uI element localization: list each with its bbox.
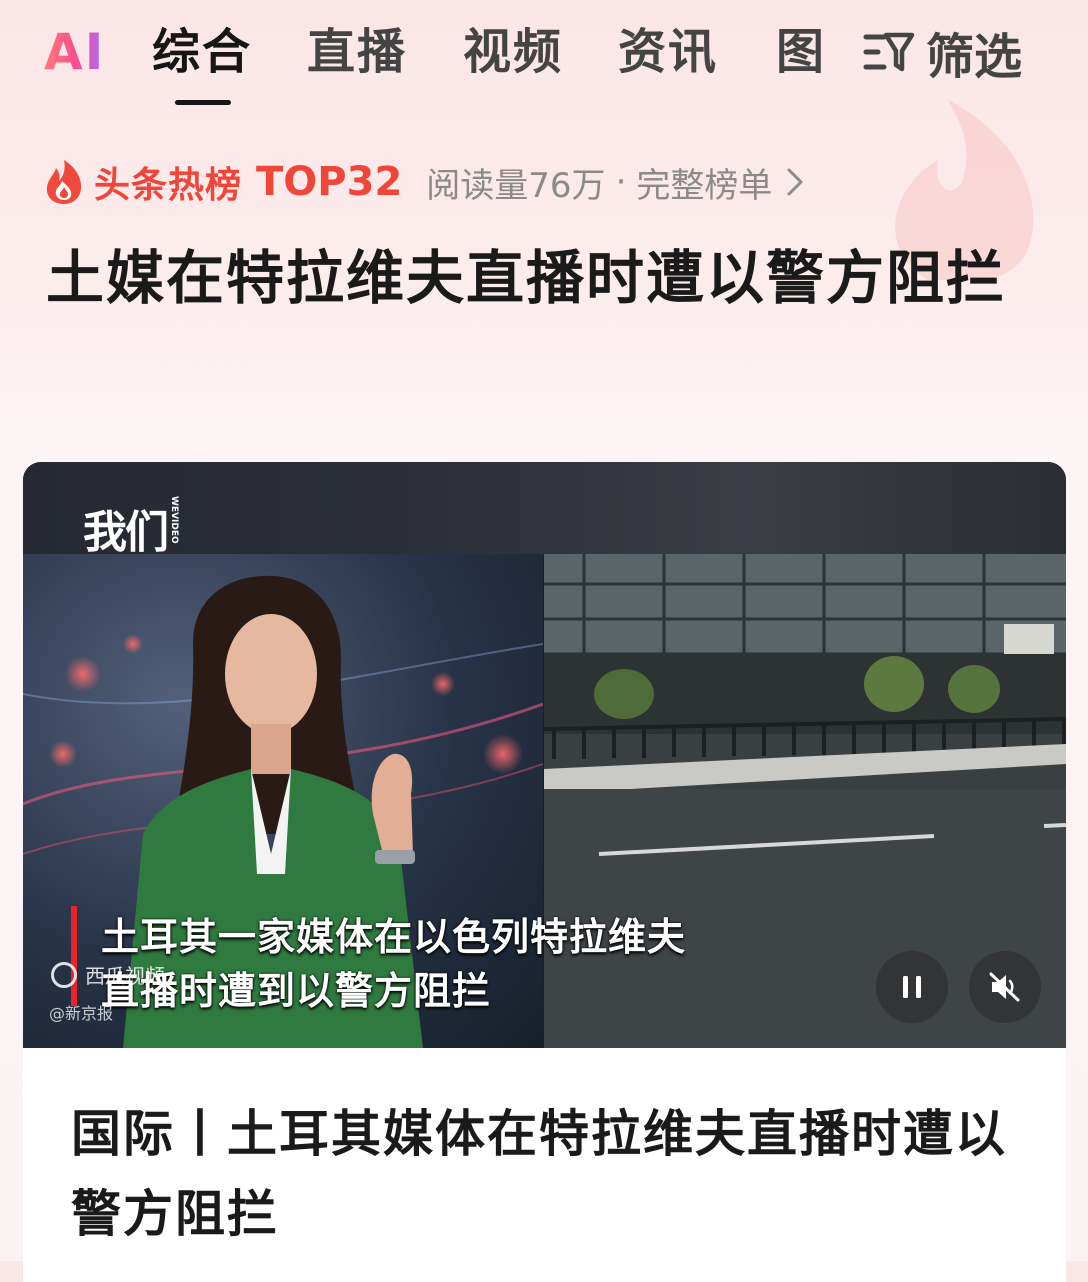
video-player[interactable]: 我们 WEVIDEO 土耳其一家媒体在以色列特拉维夫 直播时遭到以警方阻拦 西瓜… [23,462,1066,1048]
tab-news[interactable]: 资讯 [618,20,718,84]
subtitle-line-1: 土耳其一家媒体在以色列特拉维夫 [101,915,687,959]
filter-icon [863,32,915,72]
tab-video[interactable]: 视频 [463,20,563,84]
read-count: 阅读量76万 [426,165,606,206]
full-list-link[interactable]: 完整榜单 [636,158,772,207]
flame-icon [46,160,82,204]
mute-toggle-button[interactable] [969,951,1041,1023]
logo-text: 我们 [83,507,169,558]
logo-subtext: WEVIDEO [169,496,179,544]
tab-ai[interactable]: AI [44,20,105,84]
video-top-banner [23,462,1066,554]
hot-list-label: 头条热榜 [94,165,243,206]
page-headline[interactable]: 土媒在特拉维夫直播时遭以警方阻拦 [46,234,1046,322]
tab-live[interactable]: 直播 [307,20,407,84]
wevideo-logo: 我们 WEVIDEO [83,496,179,560]
xigua-watermark: 西瓜视频 [51,960,165,989]
subtitle-line-2: 直播时遭到以警方阻拦 [101,969,492,1013]
pause-icon [903,976,921,998]
source-watermark: @新京报 [49,1004,114,1023]
filter-label: 筛选 [926,29,1023,85]
xigua-logo-icon [51,961,77,988]
pause-button[interactable] [876,951,948,1023]
active-tab-indicator [175,100,231,105]
tab-comprehensive[interactable]: 综合 [152,20,252,84]
speaker-muted-icon [989,972,1020,1002]
subtitle-accent-bar [71,906,77,1006]
xigua-watermark-text: 西瓜视频 [85,964,165,988]
video-subtitle: 土耳其一家媒体在以色列特拉维夫 直播时遭到以警方阻拦 [101,910,901,1018]
tab-images[interactable]: 图 [776,20,826,84]
chevron-right-icon [787,168,803,196]
news-card[interactable]: 我们 WEVIDEO 土耳其一家媒体在以色列特拉维夫 直播时遭到以警方阻拦 西瓜… [23,462,1066,1282]
meta-separator: · [615,162,627,202]
hot-rank-badge: TOP32 [256,159,403,205]
hot-list-entry[interactable]: 头条热榜 TOP32 阅读量76万 · 完整榜单 [44,152,806,212]
filter-button[interactable]: 筛选 [862,20,1023,85]
card-title[interactable]: 国际丨土耳其媒体在特拉维夫直播时遭以警方阻拦 [71,1094,1031,1254]
